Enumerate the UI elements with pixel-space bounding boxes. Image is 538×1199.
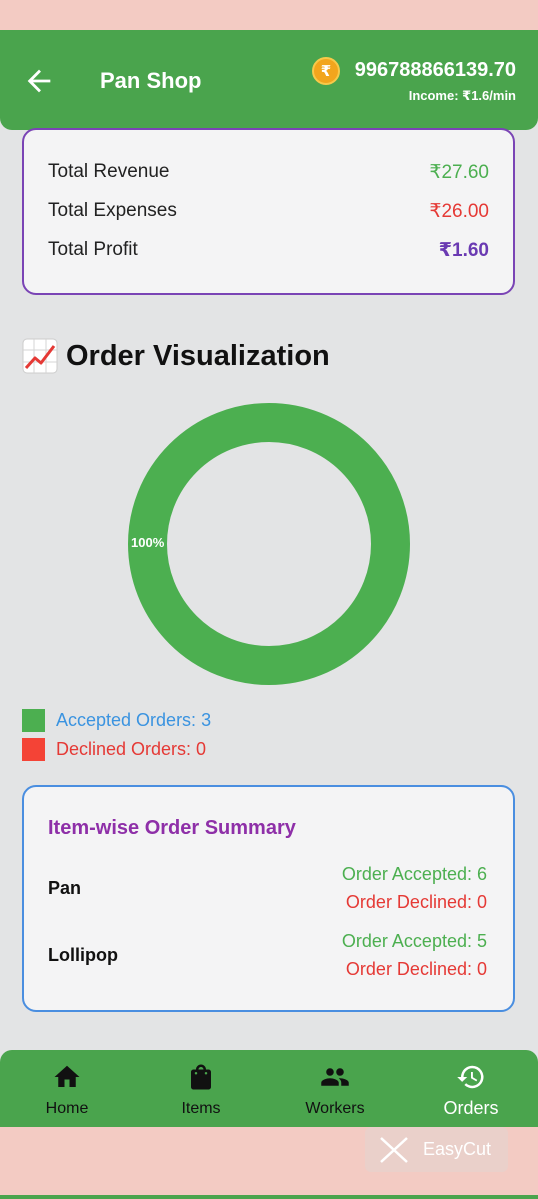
app-bar: Pan Shop ₹ 996788866139.70 Income: ₹1.6/… (0, 30, 538, 130)
lollipop-accepted-count: Order Accepted: 5 (341, 931, 487, 951)
watermark-text: EasyCut (423, 1139, 492, 1159)
total-profit-value: ₹1.60 (438, 240, 489, 261)
total-revenue-row: Total Revenue ₹27.60 (48, 161, 489, 191)
shop-title: Pan Shop (100, 68, 202, 93)
total-profit-label: Total Profit (48, 239, 138, 260)
legend-declined: Declined Orders: 0 (22, 737, 206, 761)
nav-orders[interactable]: Orders (404, 1050, 538, 1127)
easycut-logo-icon (380, 1136, 408, 1163)
nav-items-label: Items (181, 1100, 221, 1117)
slice-label-accepted: 100% (131, 535, 165, 550)
bottom-strip (0, 1195, 538, 1199)
people-icon (321, 1068, 349, 1086)
nav-orders-label: Orders (443, 1098, 499, 1118)
nav-home-label: Home (45, 1100, 89, 1117)
back-button[interactable] (22, 64, 56, 98)
legend-swatch-accepted (22, 708, 45, 732)
order-visualization-heading: Order Visualization (22, 338, 330, 374)
item-summary-card: Item-wise Order Summary Pan Order Accept… (22, 785, 515, 1012)
order-donut-chart (128, 403, 410, 685)
nav-home[interactable]: Home (0, 1050, 134, 1127)
total-profit-row: Total Profit ₹1.60 (48, 239, 489, 269)
total-expenses-row: Total Expenses ₹26.00 (48, 200, 489, 230)
total-revenue-label: Total Revenue (48, 161, 170, 182)
chart-increasing-icon (22, 338, 58, 374)
balance-value: 996788866139.70 (354, 59, 516, 81)
bottom-navigation: Home Items Workers Orders (0, 1050, 538, 1127)
easycut-watermark: EasyCut (365, 1127, 508, 1172)
lollipop-declined-count: Order Declined: 0 (345, 959, 487, 979)
financial-summary-card: Total Revenue ₹27.60 Total Expenses ₹26.… (22, 128, 515, 295)
home-icon (54, 1065, 80, 1087)
pan-accepted-count: Order Accepted: 6 (341, 864, 487, 884)
arrow-back-icon (27, 69, 51, 93)
legend-label-accepted: Accepted Orders: 3 (56, 709, 212, 730)
total-expenses-value: ₹26.00 (429, 201, 489, 222)
nav-workers-label: Workers (305, 1100, 365, 1117)
total-revenue-value: ₹27.60 (429, 162, 489, 183)
pan-declined-count: Order Declined: 0 (345, 892, 487, 912)
item-name-pan: Pan (48, 878, 82, 898)
nav-items[interactable]: Items (134, 1050, 268, 1127)
order-visualization-title: Order Visualization (66, 339, 330, 372)
shopping-bag-icon (191, 1064, 211, 1090)
nav-workers[interactable]: Workers (268, 1050, 402, 1127)
legend-swatch-declined (22, 737, 45, 761)
total-expenses-label: Total Expenses (48, 200, 177, 221)
donut-slice-accepted-orders (128, 403, 410, 685)
legend-label-declined: Declined Orders: 0 (56, 738, 207, 759)
history-icon (457, 1065, 484, 1089)
legend-accepted: Accepted Orders: 3 (22, 708, 211, 732)
item-summary-title: Item-wise Order Summary (48, 817, 296, 839)
coin-icon: ₹ (312, 57, 340, 85)
income-rate: Income: ₹1.6/min (408, 88, 516, 103)
item-name-lollipop: Lollipop (48, 945, 118, 965)
